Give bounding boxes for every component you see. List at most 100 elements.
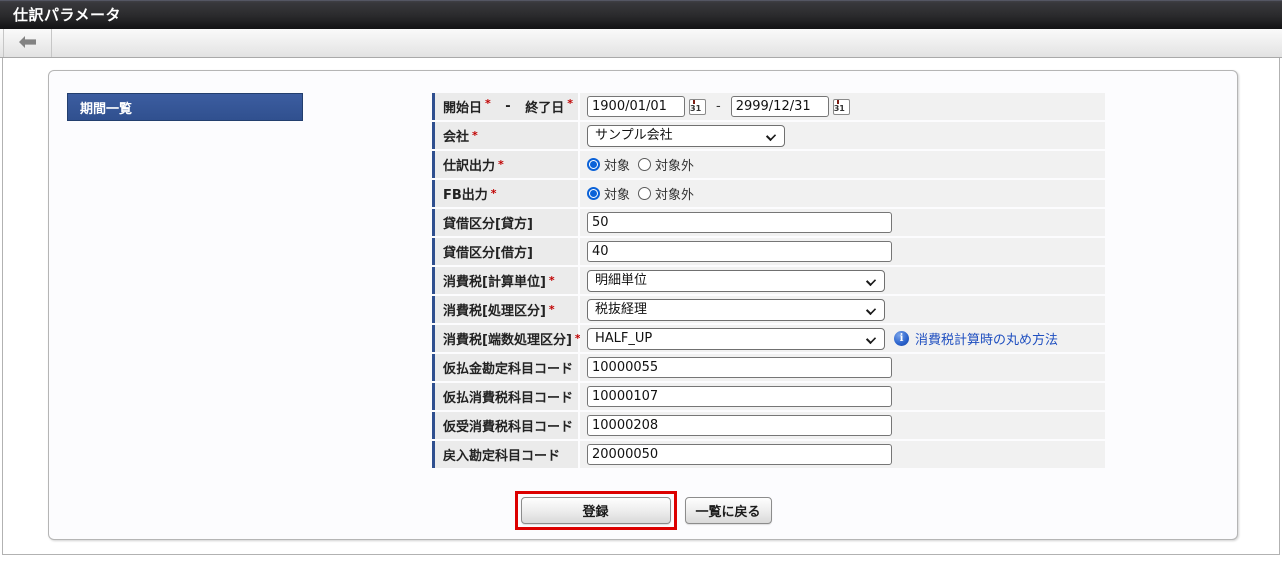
date-value-separator: - xyxy=(716,99,721,114)
end-date-label: 終了日 * xyxy=(525,97,573,116)
parameter-form: 開始日* - 終了日* 31 - 31 xyxy=(432,93,1105,470)
required-marker: * xyxy=(548,274,555,287)
required-marker: * xyxy=(548,303,555,316)
radio-not-target-label: 対象外 xyxy=(655,159,695,174)
radio-target-selected[interactable] xyxy=(587,187,600,200)
tax-process-class-select-value: 税抜経理 xyxy=(595,301,648,317)
fb-output-label: FB出力 * xyxy=(432,180,578,207)
tax-rounding-select-value: HALF_UP xyxy=(595,330,653,346)
journal-output-label: 仕訳出力 * xyxy=(432,151,578,178)
field-row-paid-consumption-tax-code: 仮払消費税科目コード xyxy=(432,383,1105,410)
journal-output-field: 対象 対象外 xyxy=(580,151,1105,178)
action-buttons: 登録 一覧に戻る xyxy=(49,491,1237,530)
end-date-input[interactable] xyxy=(730,96,829,117)
field-row-company: 会社 * サンプル会社 xyxy=(432,122,1105,149)
credit-class-field xyxy=(580,209,1105,236)
required-marker: * xyxy=(498,158,504,171)
tax-calc-unit-select[interactable]: 明細単位 xyxy=(587,269,885,292)
chevron-down-icon xyxy=(865,333,877,344)
date-range-separator: - xyxy=(505,99,511,114)
field-row-tax-rounding: 消費税[端数処理区分] * HALF_UP i 消費税計算時の丸め方法 xyxy=(432,325,1105,352)
radio-target-label: 対象 xyxy=(604,159,631,174)
tax-rounding-field: HALF_UP i 消費税計算時の丸め方法 xyxy=(580,325,1105,352)
calendar-icon[interactable]: 31 xyxy=(832,98,850,115)
reversal-account-code-label: 戻入勘定科目コード xyxy=(432,441,578,468)
back-button[interactable] xyxy=(3,29,52,57)
paid-consumption-tax-code-input[interactable] xyxy=(587,386,892,407)
field-row-fb-output: FB出力 * 対象 対象外 xyxy=(432,180,1105,207)
field-row-journal-output: 仕訳出力 * 対象 対象外 xyxy=(432,151,1105,178)
company-field: サンプル会社 xyxy=(580,122,1105,149)
info-icon[interactable]: i xyxy=(894,331,909,346)
submit-button[interactable]: 登録 xyxy=(520,497,671,524)
tax-calc-unit-select-value: 明細単位 xyxy=(595,272,648,288)
field-row-tax-process-class: 消費税[処理区分] * 税抜経理 xyxy=(432,296,1105,323)
debit-class-input[interactable] xyxy=(587,241,892,262)
page: 仕訳パラメータ 期間一覧 開始日 * - 終了日 * 1900/01/01 31… xyxy=(0,0,1282,561)
company-select-value: サンプル会社 xyxy=(595,127,673,143)
tax-calc-unit-field: 明細単位 xyxy=(580,267,1105,294)
chevron-down-icon xyxy=(865,304,877,315)
radio-not-target[interactable] xyxy=(638,158,652,171)
calendar-icon-day: 31 xyxy=(833,103,845,113)
paid-consumption-tax-code-field xyxy=(580,383,1105,410)
received-consumption-tax-code-field xyxy=(580,412,1105,439)
start-date-input[interactable] xyxy=(587,96,685,117)
suspense-payment-account-code-label: 仮払金勘定科目コード xyxy=(432,354,578,381)
start-date-label: 開始日 * xyxy=(443,97,491,116)
received-consumption-tax-code-input[interactable] xyxy=(587,415,892,436)
paid-consumption-tax-code-label: 仮払消費税科目コード xyxy=(432,383,578,410)
field-row-suspense-payment-account-code: 仮払金勘定科目コード xyxy=(432,354,1105,381)
radio-target-selected[interactable] xyxy=(587,158,600,171)
chevron-down-icon xyxy=(765,130,777,141)
radio-not-target-label: 対象外 xyxy=(655,188,695,203)
field-row-received-consumption-tax-code: 仮受消費税科目コード xyxy=(432,412,1105,439)
field-row-debit-class: 貸借区分[借方] xyxy=(432,238,1105,265)
tax-rounding-help-link[interactable]: 消費税計算時の丸め方法 xyxy=(915,329,1058,348)
section-title: 期間一覧 xyxy=(80,101,133,117)
suspense-payment-account-code-field xyxy=(580,354,1105,381)
radio-not-target[interactable] xyxy=(638,187,652,200)
back-arrow-icon xyxy=(18,34,38,53)
fb-output-radio-group: 対象 対象外 xyxy=(587,184,702,203)
reversal-account-code-field xyxy=(580,441,1105,468)
field-row-reversal-account-code: 戻入勘定科目コード xyxy=(432,441,1105,468)
chevron-down-icon xyxy=(865,275,877,286)
field-row-date-range: 開始日* - 終了日* 31 - 31 xyxy=(432,93,1105,120)
company-label: 会社 * xyxy=(432,122,578,149)
company-select[interactable]: サンプル会社 xyxy=(587,124,785,147)
window-title-bar: 仕訳パラメータ xyxy=(0,0,1282,29)
credit-class-input[interactable] xyxy=(587,212,892,233)
required-marker: * xyxy=(490,187,497,200)
red-highlight-annotation: 登録 xyxy=(514,491,677,530)
page-title: 仕訳パラメータ xyxy=(13,6,122,24)
required-marker: * xyxy=(485,97,491,110)
credit-class-label: 貸借区分[貸方] xyxy=(432,209,578,236)
date-range-label: 開始日 * - 終了日 * xyxy=(432,93,578,120)
calendar-icon-day: 31 xyxy=(690,103,702,113)
debit-class-label: 貸借区分[借方] xyxy=(432,238,578,265)
debit-class-field xyxy=(580,238,1105,265)
field-row-tax-calc-unit: 消費税[計算単位] * 明細単位 xyxy=(432,267,1105,294)
journal-output-radio-group: 対象 対象外 xyxy=(587,155,702,174)
fb-output-field: 対象 対象外 xyxy=(580,180,1105,207)
tax-process-class-label: 消費税[処理区分] * xyxy=(432,296,578,323)
field-row-credit-class: 貸借区分[貸方] xyxy=(432,209,1105,236)
content-frame: 期間一覧 開始日* - 終了日* 31 xyxy=(2,58,1280,555)
tax-rounding-label: 消費税[端数処理区分] * xyxy=(432,325,581,352)
tax-process-class-select[interactable]: 税抜経理 xyxy=(587,298,885,321)
date-range-field: 31 - 31 xyxy=(580,93,1105,120)
radio-target-label: 対象 xyxy=(604,188,631,203)
calendar-icon[interactable]: 31 xyxy=(689,98,706,115)
toolbar xyxy=(0,29,1282,58)
received-consumption-tax-code-label: 仮受消費税科目コード xyxy=(432,412,578,439)
suspense-payment-account-code-input[interactable] xyxy=(587,357,892,378)
reversal-account-code-input[interactable] xyxy=(587,444,892,465)
tax-process-class-field: 税抜経理 xyxy=(580,296,1105,323)
back-to-list-button[interactable]: 一覧に戻る xyxy=(684,497,772,524)
required-marker: * xyxy=(567,97,573,110)
form-panel: 期間一覧 開始日* - 終了日* 31 xyxy=(48,70,1238,540)
tax-rounding-select[interactable]: HALF_UP xyxy=(587,327,885,350)
tax-calc-unit-label: 消費税[計算単位] * xyxy=(432,267,578,294)
required-marker: * xyxy=(472,129,478,142)
